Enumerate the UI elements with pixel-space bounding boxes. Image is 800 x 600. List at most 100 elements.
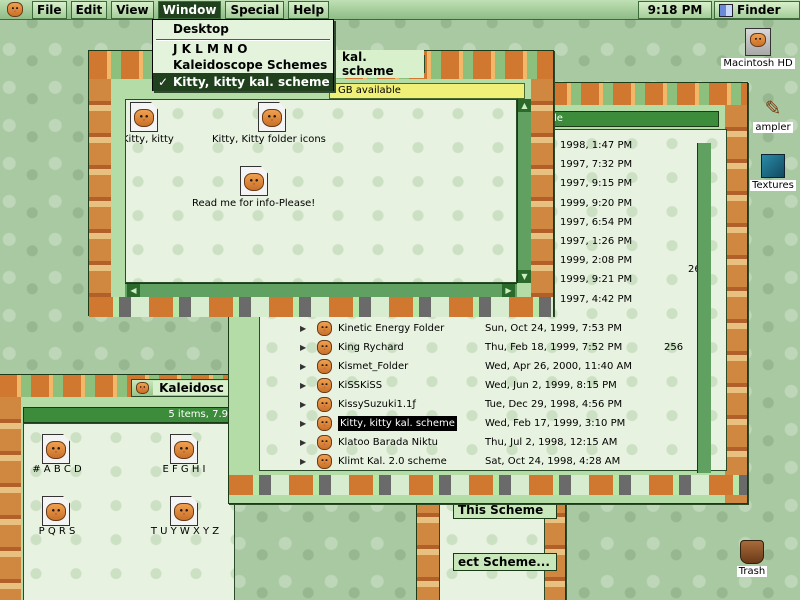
menu-special[interactable]: Special bbox=[225, 0, 285, 19]
scheme-dialog-window: This Scheme ect Scheme... bbox=[416, 490, 566, 600]
partial-date-cell: 1997, 4:42 PM bbox=[560, 293, 633, 305]
brush-icon: ✎ bbox=[764, 96, 782, 120]
scheme-file-icon[interactable] bbox=[170, 496, 198, 526]
row-date: Sun, Oct 24, 1999, 7:53 PM bbox=[485, 323, 623, 334]
scheme-file-icon[interactable] bbox=[42, 434, 70, 464]
row-name: Kismet_Folder bbox=[338, 361, 409, 372]
cat-border bbox=[89, 297, 553, 317]
cat-border bbox=[417, 491, 439, 600]
kitten-icon bbox=[134, 109, 154, 127]
partial-date-cell: 1997, 9:15 PM bbox=[560, 178, 633, 190]
icon-label: Read me for info-Please! bbox=[192, 198, 316, 209]
window-title: kal. scheme bbox=[336, 50, 424, 78]
column-header-name[interactable]: le bbox=[549, 111, 719, 127]
partial-date-cell: 1999, 9:21 PM bbox=[560, 274, 633, 286]
window-info-bar: GB available bbox=[329, 83, 525, 99]
desktop-icon-label: Macintosh HD bbox=[721, 58, 795, 69]
kitten-icon bbox=[174, 503, 194, 521]
icon-label: # A B C D bbox=[32, 464, 82, 475]
kaleidoscope-window[interactable]: Kaleidosc 5 items, 7.9 # A B C D E F G H… bbox=[0, 374, 235, 600]
disclosure-triangle-icon[interactable]: ▶ bbox=[300, 319, 306, 338]
row-name: Klatoo Barada Niktu bbox=[338, 437, 438, 448]
horizontal-scrollbar[interactable]: ◀ ▶ bbox=[125, 283, 517, 297]
folder-icon bbox=[136, 382, 150, 394]
window-menu-dropdown: Desktop J K L M N O Kaleidoscope Schemes… bbox=[152, 19, 334, 91]
menu-window[interactable]: Window bbox=[157, 0, 222, 19]
desktop-icon-label: Trash bbox=[736, 566, 768, 577]
row-date: Wed, Apr 26, 2000, 11:40 AM bbox=[485, 361, 632, 372]
window-content: Kitty, kitty Kitty, Kitty folder icons R… bbox=[125, 99, 517, 283]
menubar-clock[interactable]: 9:18 PM bbox=[638, 1, 712, 19]
menu-help[interactable]: Help bbox=[288, 0, 330, 19]
menu-item-jklmno[interactable]: J K L M N O bbox=[153, 42, 333, 57]
kitty-kitty-icon[interactable] bbox=[130, 102, 158, 132]
file-list-row[interactable]: ▶ Kismet_Folder Wed, Apr 26, 2000, 11:40 A… bbox=[260, 357, 680, 376]
desktop: This Scheme ect Scheme... Kaleidosc 5 it… bbox=[0, 0, 800, 600]
file-list-row[interactable]: ▶ KissySuzuki1.1ƒ Tue, Dec 29, 1998, 4:56 … bbox=[260, 395, 680, 414]
menu-item-desktop[interactable]: Desktop bbox=[153, 20, 333, 38]
file-list-row[interactable]: ▶ Klimt Kal. 2.0 scheme Sat, Oct 24, 1998,… bbox=[260, 452, 680, 470]
scroll-down-arrow[interactable]: ▼ bbox=[518, 270, 531, 283]
desktop-icon-label: ampler bbox=[753, 122, 793, 133]
row-name: Kitty, kitty kal. scheme bbox=[338, 416, 457, 431]
row-icon bbox=[317, 340, 332, 355]
file-list-row[interactable]: ▶ Kinetic Energy Folder Sun, Oct 24, 1999,… bbox=[260, 319, 680, 338]
disclosure-triangle-icon[interactable]: ▶ bbox=[300, 433, 306, 452]
window-titlebar[interactable]: Kaleidosc bbox=[131, 379, 235, 397]
desktop-icon-label: Textures bbox=[750, 180, 796, 191]
application-menu[interactable]: Finder bbox=[714, 1, 800, 19]
apple-menu[interactable] bbox=[0, 0, 30, 20]
partial-date-cell: 1997, 6:54 PM bbox=[560, 216, 633, 228]
cat-border bbox=[89, 79, 111, 315]
disclosure-triangle-icon[interactable]: ▶ bbox=[300, 452, 306, 470]
window-content: # A B C D E F G H I P Q R S T U Y W X Y … bbox=[23, 423, 235, 600]
kitten-icon bbox=[46, 503, 66, 521]
folder-icons-file[interactable] bbox=[258, 102, 286, 132]
scroll-right-arrow[interactable]: ▶ bbox=[502, 284, 515, 297]
file-list-row[interactable]: ▶ Klatoo Barada Niktu Thu, Jul 2, 1998, 12… bbox=[260, 433, 680, 452]
icon-label: Kitty, Kitty folder icons bbox=[212, 134, 326, 145]
partial-date-cell: 1999, 9:20 PM bbox=[560, 197, 633, 209]
scheme-file-icon[interactable] bbox=[170, 434, 198, 464]
vertical-scrollbar[interactable] bbox=[697, 143, 711, 473]
menu-item-kitty-kitty-scheme[interactable]: ✓ Kitty, kitty kal. scheme bbox=[153, 73, 333, 91]
file-list-row[interactable]: ▶ Kitty, kitty kal. scheme Wed, Feb 17, 19… bbox=[260, 414, 680, 433]
cat-border bbox=[725, 105, 747, 503]
scroll-up-arrow[interactable]: ▲ bbox=[518, 99, 531, 112]
icon-label: E F G H I bbox=[162, 464, 206, 475]
partial-date-cell: 1998, 1:47 PM bbox=[560, 140, 633, 151]
menu-view[interactable]: View bbox=[111, 0, 154, 19]
textures-folder-icon bbox=[761, 154, 785, 178]
hard-disk-icon bbox=[745, 28, 771, 56]
menu-item-kaleidoscope-schemes[interactable]: Kaleidoscope Schemes bbox=[153, 57, 333, 73]
vertical-scrollbar[interactable]: ▲ ▼ bbox=[517, 99, 531, 283]
menu-edit[interactable]: Edit bbox=[70, 0, 108, 19]
row-date: Tue, Dec 29, 1998, 4:56 PM bbox=[485, 399, 623, 410]
disclosure-triangle-icon[interactable]: ▶ bbox=[300, 395, 306, 414]
row-date: Wed, Feb 17, 1999, 3:10 PM bbox=[485, 418, 626, 429]
select-scheme-button[interactable]: ect Scheme... bbox=[453, 553, 557, 571]
row-name: Klimt Kal. 2.0 scheme bbox=[338, 456, 447, 467]
window-titlebar[interactable]: kal. scheme bbox=[335, 50, 425, 78]
row-icon bbox=[317, 359, 332, 374]
textures-icon[interactable]: Textures bbox=[746, 154, 800, 191]
partial-date-cell: 1999, 2:08 PM bbox=[560, 255, 633, 267]
disclosure-triangle-icon[interactable]: ▶ bbox=[300, 338, 306, 357]
row-icon bbox=[317, 378, 332, 393]
file-list-row[interactable]: ▶ KiSSKiSS Wed, Jun 2, 1999, 8:15 PM bbox=[260, 376, 680, 395]
sampler-icon[interactable]: ✎ ampler bbox=[746, 96, 800, 133]
scheme-file-icon[interactable] bbox=[42, 496, 70, 526]
kitten-icon bbox=[174, 441, 194, 459]
menu-file[interactable]: File bbox=[32, 0, 67, 19]
disclosure-triangle-icon[interactable]: ▶ bbox=[300, 376, 306, 395]
disclosure-triangle-icon[interactable]: ▶ bbox=[300, 357, 306, 376]
trash-icon[interactable]: Trash bbox=[730, 540, 774, 577]
disclosure-triangle-icon[interactable]: ▶ bbox=[300, 414, 306, 433]
window-title: Kaleidosc bbox=[153, 381, 230, 395]
partial-date-cell: 1997, 7:32 PM bbox=[560, 159, 633, 171]
file-list-row[interactable]: ▶ King Rychard Thu, Feb 18, 1999, 7:52 PM 2… bbox=[260, 338, 683, 357]
readme-file-icon[interactable] bbox=[240, 166, 268, 196]
menu-bar: File Edit View Window Special Help 9:18 … bbox=[0, 0, 800, 20]
macintosh-hd-icon[interactable]: Macintosh HD bbox=[720, 28, 796, 69]
scroll-left-arrow[interactable]: ◀ bbox=[127, 284, 140, 297]
